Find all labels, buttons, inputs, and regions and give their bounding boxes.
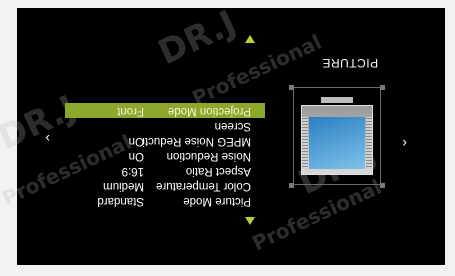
chevron-right-icon[interactable]: ›	[45, 131, 50, 147]
preview-corner	[289, 85, 294, 90]
menu-row-noise-reduction[interactable]: Noise Reduction On	[65, 148, 265, 163]
menu-row-value: Medium	[103, 180, 144, 192]
menu-row-value: On	[128, 135, 144, 147]
tv-speaker	[366, 117, 372, 169]
menu-row-label: MPEG Noise Reducti	[142, 135, 251, 147]
menu-row-mpeg-noise-reduction[interactable]: MPEG Noise Reducti On	[65, 133, 265, 148]
picture-menu-osd: PICTURE ‹ › Picture Mode Standard Color …	[17, 8, 445, 265]
photo-frame: DR.J Professional DR.J Professional DR.J…	[0, 0, 455, 276]
menu-row-projection-mode[interactable]: Projection Mode Front	[65, 103, 265, 118]
preview-corner	[380, 85, 385, 90]
menu-row-label: Picture Mode	[183, 195, 251, 207]
menu-row-value: 16:9	[121, 165, 144, 177]
menu-row-label: Projection Mode	[167, 105, 251, 117]
menu-row-color-temperature[interactable]: Color Temperature Medium	[65, 178, 265, 193]
chevron-left-icon[interactable]: ‹	[402, 136, 407, 152]
menu-title: PICTURE	[321, 56, 379, 70]
menu-row-aspect-ratio[interactable]: Aspect Ratio 16:9	[65, 163, 265, 178]
menu-row-screen[interactable]: Screen	[65, 118, 265, 133]
triangle-down-icon[interactable]	[245, 35, 255, 43]
menu-row-label: Screen	[214, 120, 251, 132]
tv-preview-base	[321, 97, 353, 103]
menu-row-label: Aspect Ratio	[185, 165, 251, 177]
tv-speaker	[302, 117, 308, 169]
menu-row-label: Noise Reduction	[166, 150, 251, 162]
menu-row-label: Color Temperature	[155, 180, 251, 192]
menu-row-value: Standard	[97, 195, 144, 207]
preview-corner	[289, 183, 294, 188]
preview-corner	[380, 183, 385, 188]
tv-preview-screen	[309, 117, 365, 169]
menu-row-value: On	[128, 150, 144, 162]
menu-row-value: Front	[117, 105, 144, 117]
tv-screen: DR.J Professional DR.J Professional DR.J…	[0, 3, 445, 265]
triangle-up-icon[interactable]	[245, 217, 255, 225]
menu-row-picture-mode[interactable]: Picture Mode Standard	[65, 193, 265, 208]
picture-settings-list: Picture Mode Standard Color Temperature …	[65, 103, 265, 208]
